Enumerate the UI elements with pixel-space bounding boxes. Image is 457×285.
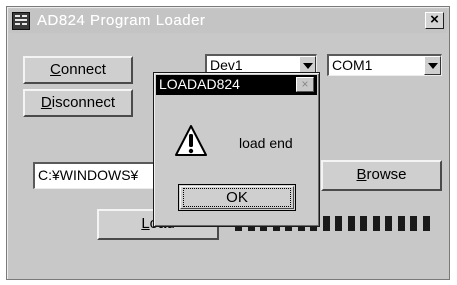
progress-segment <box>422 216 430 231</box>
progress-segment <box>410 216 417 231</box>
port-select[interactable]: COM1 <box>327 54 442 76</box>
dialog-title: LOADAD824 <box>159 76 240 92</box>
browse-button[interactable]: Browse <box>321 160 442 191</box>
browse-mnemonic: B <box>356 166 367 183</box>
dialog-close-icon[interactable]: × <box>296 77 314 92</box>
message-dialog: LOADAD824 × load end OK <box>153 72 320 227</box>
app-icon <box>12 12 30 30</box>
connect-label: onnect <box>60 61 106 78</box>
close-icon[interactable]: × <box>425 12 444 29</box>
disconnect-label: isconnect <box>51 94 116 111</box>
chevron-down-icon[interactable] <box>424 56 441 75</box>
connect-button[interactable]: Connect <box>23 56 133 84</box>
ok-label: OK <box>226 189 248 206</box>
load-mnemonic: L <box>141 215 150 232</box>
progress-segment <box>347 216 355 231</box>
connect-mnemonic: C <box>50 61 61 78</box>
ok-button[interactable]: OK <box>178 184 296 211</box>
progress-segment <box>322 216 330 231</box>
device-select-value: Dev1 <box>210 57 243 73</box>
dialog-message: load end <box>239 135 293 151</box>
progress-segment <box>385 216 392 231</box>
dialog-title-bar: LOADAD824 × <box>156 75 317 95</box>
progress-segment <box>360 216 367 231</box>
disconnect-mnemonic: D <box>40 94 52 111</box>
file-path-value: C:¥WINDOWS¥ <box>38 167 139 183</box>
progress-segment <box>372 216 380 231</box>
window-title: AD824 Program Loader <box>37 12 206 29</box>
disconnect-button[interactable]: Disconnect <box>23 89 133 117</box>
port-select-value: COM1 <box>332 57 373 73</box>
title-bar: AD824 Program Loader × <box>9 9 447 33</box>
progress-segment <box>397 216 405 231</box>
browse-label: rowse <box>366 166 407 183</box>
main-window: AD824 Program Loader × Connect Disconnec… <box>6 6 450 280</box>
warning-icon <box>175 125 207 156</box>
progress-segment <box>335 216 342 231</box>
